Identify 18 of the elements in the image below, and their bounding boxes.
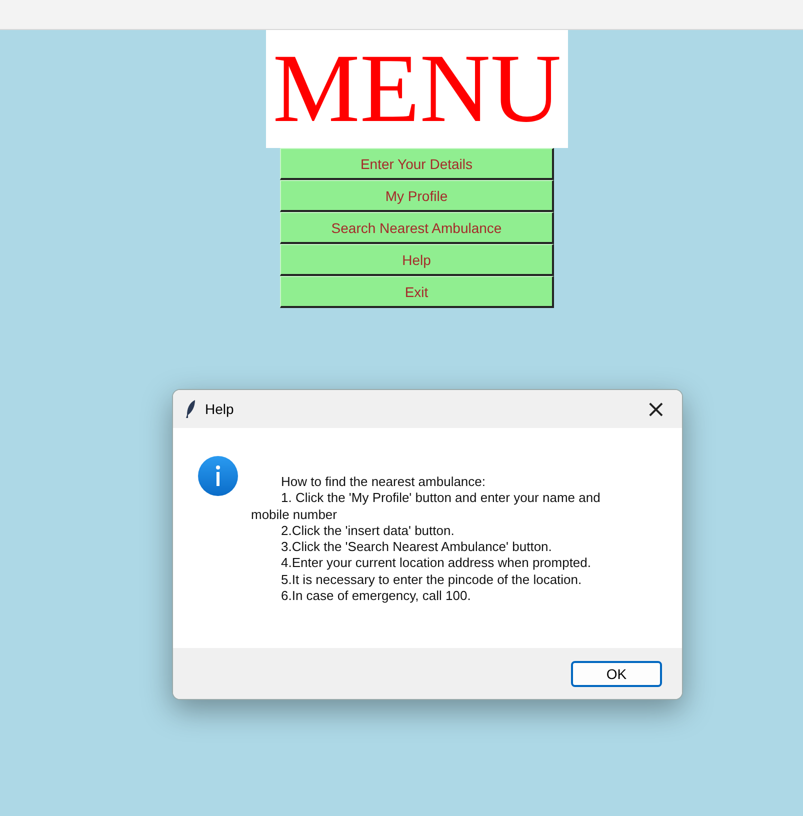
menu-button[interactable]: Search Nearest Ambulance xyxy=(280,212,554,244)
menu-button[interactable]: Help xyxy=(280,244,554,276)
menu-button[interactable]: Exit xyxy=(280,276,554,308)
help-text-line: 5.It is necessary to enter the pincode of the location. xyxy=(280,572,583,588)
feather-icon xyxy=(185,399,197,419)
menu-logo: MENU xyxy=(266,30,568,148)
close-button[interactable]: × xyxy=(642,397,670,421)
help-text-line: 2.Click the 'insert data' button. xyxy=(280,522,456,540)
help-text-line: 3.Click the 'Search Nearest Ambulance' button. xyxy=(280,539,553,556)
info-icon xyxy=(198,456,238,496)
help-text-line: 1. Click the 'My Profile' button and enter your name and mobile number xyxy=(251,490,602,523)
help-text-line: 4.Enter your current location address when prompted. xyxy=(280,555,592,572)
menu-button[interactable]: Enter Your Details xyxy=(280,148,554,180)
dialog-title: Help xyxy=(205,401,235,417)
ok-button[interactable]: OK xyxy=(571,660,662,686)
help-text-line: 6.In case of emergency, call 100. xyxy=(280,588,472,604)
menu-button[interactable]: My Profile xyxy=(280,180,554,212)
help-text-line: How to find the nearest ambulance: xyxy=(280,474,487,490)
